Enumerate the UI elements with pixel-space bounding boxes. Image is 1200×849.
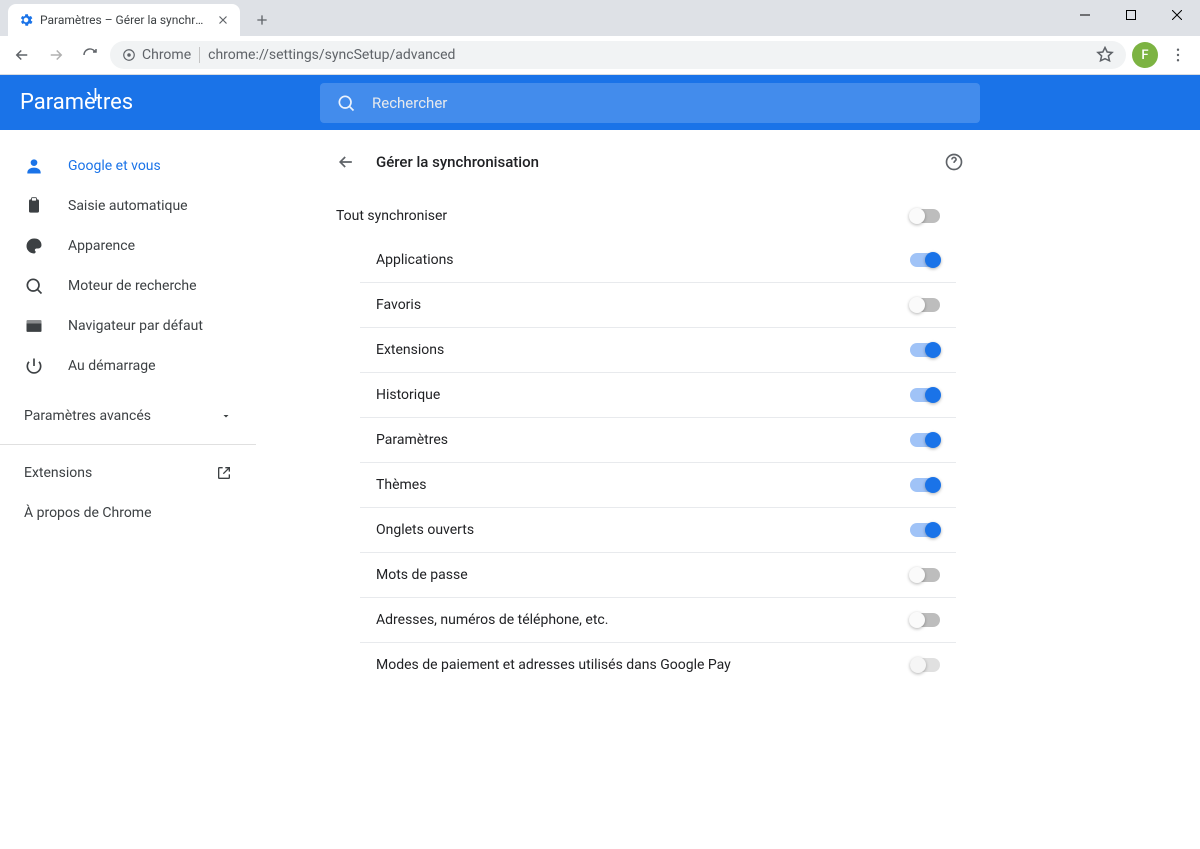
sync-item-toggle[interactable] <box>910 478 940 492</box>
url-text: chrome://settings/syncSetup/advanced <box>208 47 455 63</box>
settings-search-input[interactable] <box>372 94 964 112</box>
gear-icon <box>18 12 34 28</box>
sync-item-label: Onglets ouverts <box>376 522 474 538</box>
chevron-down-icon <box>220 410 232 422</box>
sidebar-about[interactable]: À propos de Chrome <box>0 493 256 533</box>
close-window-button[interactable] <box>1154 0 1200 30</box>
sync-item-row: Paramètres <box>360 417 956 462</box>
palette-icon <box>24 236 44 256</box>
sidebar-item-label: Saisie automatique <box>68 198 188 214</box>
close-tab-icon[interactable] <box>216 13 230 27</box>
sync-item-toggle[interactable] <box>910 388 940 402</box>
sync-item-toggle[interactable] <box>910 253 940 267</box>
separator <box>199 47 200 63</box>
content: Google et vous Saisie automatique Appare… <box>0 130 1200 849</box>
profile-avatar[interactable]: F <box>1132 42 1158 68</box>
sync-item-row: Mots de passe <box>360 552 956 597</box>
sidebar-extensions[interactable]: Extensions <box>0 453 256 493</box>
sync-item-label: Applications <box>376 252 454 268</box>
sync-item-label: Historique <box>376 387 440 403</box>
back-arrow-icon[interactable] <box>336 152 356 172</box>
clipboard-icon <box>24 196 44 216</box>
sync-item-label: Favoris <box>376 297 421 313</box>
page-header: Gérer la synchronisation <box>320 130 980 194</box>
main: Gérer la synchronisation Tout synchronis… <box>256 130 1200 849</box>
sync-item-toggle[interactable] <box>910 343 940 357</box>
sync-item-row: Historique <box>360 372 956 417</box>
sidebar-item-google[interactable]: Google et vous <box>0 146 256 186</box>
sidebar-advanced[interactable]: Paramètres avancés <box>0 396 256 436</box>
sync-item-toggle[interactable] <box>910 298 940 312</box>
sync-item-row: Onglets ouverts <box>360 507 956 552</box>
window-icon <box>24 316 44 336</box>
new-tab-button[interactable] <box>248 6 276 34</box>
sidebar-item-autofill[interactable]: Saisie automatique <box>0 186 256 226</box>
sync-all-row: Tout synchroniser <box>320 194 956 238</box>
reload-button[interactable] <box>76 41 104 69</box>
site-chip: Chrome <box>122 47 191 63</box>
search-icon <box>24 276 44 296</box>
maximize-button[interactable] <box>1108 0 1154 30</box>
back-button[interactable] <box>8 41 36 69</box>
sync-item-label: Mots de passe <box>376 567 468 583</box>
page-title: Gérer la synchronisation <box>376 153 924 171</box>
sidebar-item-label: Google et vous <box>68 158 161 174</box>
sidebar-item-label: Moteur de recherche <box>68 278 197 294</box>
sync-item-toggle[interactable] <box>910 523 940 537</box>
sidebar-extensions-label: Extensions <box>24 465 92 481</box>
sync-item-toggle <box>910 658 940 672</box>
sidebar-item-startup[interactable]: Au démarrage <box>0 346 256 386</box>
sync-all-toggle[interactable] <box>910 209 940 223</box>
sync-item-row: Extensions <box>360 327 956 372</box>
settings-search[interactable] <box>320 83 980 123</box>
settings-header: Paramètres I <box>0 75 1200 130</box>
sync-item-toggle[interactable] <box>910 568 940 582</box>
minimize-button[interactable] <box>1062 0 1108 30</box>
sync-settings-list: Tout synchroniser Applications Favoris Ext… <box>320 194 980 711</box>
external-link-icon <box>216 465 232 481</box>
sidebar-about-label: À propos de Chrome <box>24 505 152 521</box>
sync-item-row: Applications <box>360 238 956 282</box>
forward-button[interactable] <box>42 41 70 69</box>
sync-item-row: Thèmes <box>360 462 956 507</box>
bookmark-star-icon[interactable] <box>1096 46 1114 64</box>
sync-item-label: Thèmes <box>376 477 426 493</box>
sidebar: Google et vous Saisie automatique Appare… <box>0 130 256 849</box>
tab-strip: Paramètres – Gérer la synchronis <box>0 0 276 36</box>
sidebar-item-search[interactable]: Moteur de recherche <box>0 266 256 306</box>
sidebar-item-label: Au démarrage <box>68 358 156 374</box>
person-icon <box>24 156 44 176</box>
search-icon <box>336 93 356 113</box>
text-cursor-icon: I <box>93 85 98 106</box>
sync-item-label: Modes de paiement et adresses utilisés d… <box>376 657 731 673</box>
sync-item-row: Favoris <box>360 282 956 327</box>
sync-item-label: Adresses, numéros de téléphone, etc. <box>376 612 608 628</box>
sidebar-advanced-label: Paramètres avancés <box>24 408 151 424</box>
power-icon <box>24 356 44 376</box>
sync-all-label: Tout synchroniser <box>336 208 447 224</box>
menu-button[interactable] <box>1164 41 1192 69</box>
sync-item-label: Extensions <box>376 342 444 358</box>
sidebar-item-appearance[interactable]: Apparence <box>0 226 256 266</box>
window-controls <box>1062 0 1200 30</box>
address-bar[interactable]: Chrome chrome://settings/syncSetup/advan… <box>110 41 1126 69</box>
sidebar-item-default-browser[interactable]: Navigateur par défaut <box>0 306 256 346</box>
sync-item-toggle[interactable] <box>910 613 940 627</box>
help-icon[interactable] <box>944 152 964 172</box>
sync-item-row: Adresses, numéros de téléphone, etc. <box>360 597 956 642</box>
sync-item-row: Modes de paiement et adresses utilisés d… <box>360 642 956 687</box>
settings-card: Gérer la synchronisation Tout synchronis… <box>320 130 980 849</box>
sync-item-label: Paramètres <box>376 432 448 448</box>
sync-item-toggle[interactable] <box>910 433 940 447</box>
sidebar-item-label: Navigateur par défaut <box>68 318 203 334</box>
tab-title: Paramètres – Gérer la synchronis <box>40 13 210 27</box>
settings-title: Paramètres I <box>20 90 320 115</box>
divider <box>0 444 256 445</box>
sidebar-item-label: Apparence <box>68 238 135 254</box>
browser-tab[interactable]: Paramètres – Gérer la synchronis <box>8 4 240 36</box>
browser-titlebar: Paramètres – Gérer la synchronis <box>0 0 1200 36</box>
browser-toolbar: Chrome chrome://settings/syncSetup/advan… <box>0 36 1200 75</box>
site-chip-label: Chrome <box>142 47 191 63</box>
